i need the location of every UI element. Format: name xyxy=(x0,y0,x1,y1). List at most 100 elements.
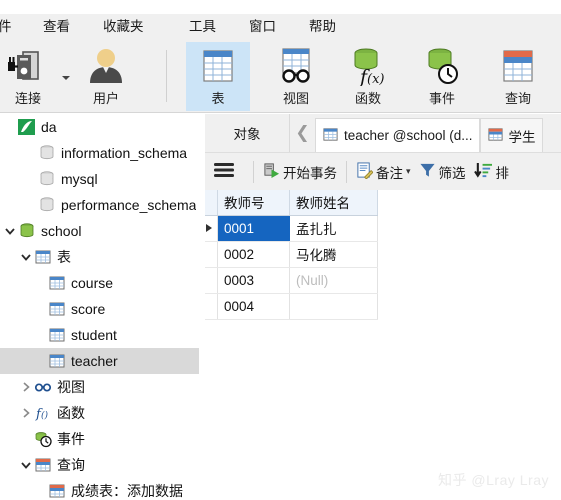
row-gutter[interactable] xyxy=(205,241,218,268)
tree-item-table-teacher[interactable]: teacher xyxy=(0,348,199,374)
toolbar-label-query: 查询 xyxy=(504,91,531,106)
navicat-logo-icon xyxy=(18,118,36,136)
object-tree-sidebar[interactable]: da information_schema mysql performance_… xyxy=(0,114,199,500)
note-button[interactable]: 备注 ▾ xyxy=(352,153,415,191)
query-icon xyxy=(34,456,52,474)
toolbar-button-function[interactable]: f (x) 函数 xyxy=(336,42,400,111)
tree-label-school: school xyxy=(41,223,82,239)
twisty-collapsed-icon[interactable] xyxy=(18,374,34,400)
database-grey-icon xyxy=(38,196,56,214)
query-icon xyxy=(48,482,66,500)
tree-item-school[interactable]: school xyxy=(0,218,199,244)
document-tab-student[interactable]: 学生 xyxy=(479,118,543,152)
data-grid-table: 教师号 教师姓名 0001 孟扎扎 0002 马化腾 0003 (Null) 0… xyxy=(205,190,378,320)
table-icon xyxy=(48,300,66,318)
menu-bar: 件 查看 收藏夹 工具 窗口 帮助 xyxy=(0,14,561,40)
column-header-teacher-id[interactable]: 教师号 xyxy=(217,190,290,216)
toolbar-label-table: 表 xyxy=(211,91,225,106)
function-fx-icon: f () xyxy=(34,404,52,422)
tree-item-table-course[interactable]: course xyxy=(0,270,199,296)
document-tab-teacher[interactable]: teacher @school (d... xyxy=(315,118,480,152)
cell-teacher-name-2[interactable]: 马化腾 xyxy=(289,241,378,268)
menu-help[interactable]: 帮助 xyxy=(309,14,336,40)
tree-item-events-folder[interactable]: 事件 xyxy=(0,426,199,452)
sort-button[interactable]: 排 xyxy=(470,153,514,191)
row-gutter-header xyxy=(205,190,218,216)
twisty-collapsed-icon[interactable] xyxy=(18,400,34,426)
toolbar-button-query[interactable]: 查询 xyxy=(486,42,550,111)
tree-label-student: student xyxy=(71,327,117,343)
twisty-expanded-icon[interactable] xyxy=(2,218,18,244)
toolbar-button-user[interactable]: 用户 xyxy=(74,42,138,111)
column-header-teacher-name[interactable]: 教师姓名 xyxy=(289,190,378,216)
tree-item-mysql[interactable]: mysql xyxy=(0,166,199,192)
tree-label-events-folder: 事件 xyxy=(57,431,85,447)
row-gutter[interactable] xyxy=(205,293,218,320)
tree-item-queries-folder[interactable]: 查询 xyxy=(0,452,199,478)
tab-strip: 对象 ❮ teacher @school (d... 学生 xyxy=(205,114,561,152)
chevron-left-icon[interactable]: ❮ xyxy=(289,114,315,152)
table-row[interactable]: 0001 孟扎扎 xyxy=(205,215,378,242)
tree-item-query-score-add-data[interactable]: 成绩表：添加数据 xyxy=(0,478,199,500)
tab-objects[interactable]: 对象 xyxy=(205,114,289,152)
tree-item-tables-folder[interactable]: 表 xyxy=(0,244,199,270)
main-content-pane: 对象 ❮ teacher @school (d... 学生 开始事务 备注 ▾ … xyxy=(205,114,561,500)
tree-label-score: score xyxy=(71,301,106,317)
twisty-expanded-icon[interactable] xyxy=(18,244,34,270)
menu-tools[interactable]: 工具 xyxy=(189,14,216,40)
twisty-none xyxy=(22,166,38,192)
tree-item-information-schema[interactable]: information_schema xyxy=(0,140,199,166)
database-grey-icon xyxy=(38,144,56,162)
toolbar-button-connection[interactable]: 连接 xyxy=(0,42,60,111)
table-row[interactable]: 0004 xyxy=(205,293,378,320)
hamburger-menu-button[interactable] xyxy=(205,153,239,191)
document-tab-label-student: 学生 xyxy=(508,129,536,145)
table-icon xyxy=(48,326,66,344)
note-dropdown-caret[interactable]: ▾ xyxy=(406,166,411,177)
row-gutter-current[interactable] xyxy=(205,215,218,242)
svg-text:(x): (x) xyxy=(367,72,384,86)
tree-item-table-score[interactable]: score xyxy=(0,296,199,322)
menu-view[interactable]: 查看 xyxy=(43,14,70,40)
toolbar-label-function: 函数 xyxy=(354,91,381,106)
tree-item-views-folder[interactable]: 视图 xyxy=(0,374,199,400)
document-tab-label-teacher: teacher @school (d... xyxy=(344,128,473,143)
tree-item-table-student[interactable]: student xyxy=(0,322,199,348)
menu-favorites[interactable]: 收藏夹 xyxy=(103,14,144,40)
connection-dropdown-caret[interactable] xyxy=(62,76,70,80)
toolbar-button-table[interactable]: 表 xyxy=(186,42,250,111)
cell-teacher-id-4[interactable]: 0004 xyxy=(217,293,290,320)
begin-transaction-icon xyxy=(263,162,280,182)
begin-transaction-button[interactable]: 开始事务 xyxy=(259,153,341,191)
cell-teacher-id-3[interactable]: 0003 xyxy=(217,267,290,294)
toolbar-button-event[interactable]: 事件 xyxy=(410,42,474,111)
menu-window[interactable]: 窗口 xyxy=(249,14,276,40)
cell-teacher-name-3[interactable]: (Null) xyxy=(289,267,378,294)
table-row[interactable]: 0002 马化腾 xyxy=(205,241,378,268)
data-grid[interactable]: 教师号 教师姓名 0001 孟扎扎 0002 马化腾 0003 (Null) 0… xyxy=(205,190,561,500)
table-row[interactable]: 0003 (Null) xyxy=(205,267,378,294)
tree-label-views-folder: 视图 xyxy=(57,379,85,395)
cell-teacher-id-2[interactable]: 0002 xyxy=(217,241,290,268)
grid-toolbar-separator xyxy=(253,160,254,183)
sort-descending-icon xyxy=(473,162,493,182)
twisty-expanded-icon[interactable] xyxy=(18,452,34,478)
table-icon xyxy=(48,274,66,292)
tree-item-performance-schema[interactable]: performance_schema xyxy=(0,192,199,218)
cell-teacher-name-4[interactable] xyxy=(289,293,378,320)
tree-item-functions-folder[interactable]: f () 函数 xyxy=(0,400,199,426)
note-label: 备注 xyxy=(376,165,403,181)
cell-teacher-id-1[interactable]: 0001 xyxy=(217,215,290,242)
toolbar-button-view[interactable]: 视图 xyxy=(264,42,328,111)
table-icon xyxy=(48,352,66,370)
filter-button[interactable]: 筛选 xyxy=(415,153,470,191)
tree-label-query-score-add-data: 成绩表：添加数据 xyxy=(71,483,183,499)
menu-file[interactable]: 件 xyxy=(0,14,12,40)
table-icon xyxy=(34,248,52,266)
tree-label-queries-folder: 查询 xyxy=(57,457,85,473)
row-gutter[interactable] xyxy=(205,267,218,294)
tree-label-performance-schema: performance_schema xyxy=(61,197,197,213)
tree-label-tables-folder: 表 xyxy=(57,249,71,265)
cell-teacher-name-1[interactable]: 孟扎扎 xyxy=(289,215,378,242)
tree-item-connection-da[interactable]: da xyxy=(0,114,199,140)
